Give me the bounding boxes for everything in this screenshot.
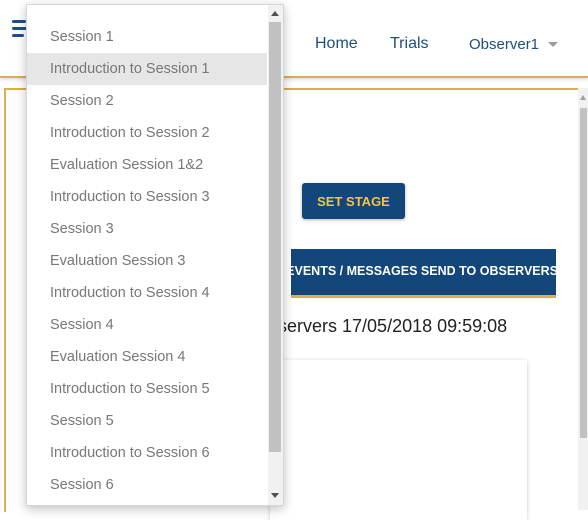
- scroll-down-arrow-icon[interactable]: [271, 493, 279, 498]
- dropdown-option[interactable]: Session 4: [27, 309, 267, 341]
- dropdown-option[interactable]: Session 3: [27, 213, 267, 245]
- dropdown-option[interactable]: Introduction to Session 6: [27, 437, 267, 469]
- dropdown-option[interactable]: Introduction to Session 2: [27, 117, 267, 149]
- dropdown-option[interactable]: Introduction to Session 3: [27, 181, 267, 213]
- events-messages-label: EVENTS / MESSAGES SEND TO OBSERVERS: [291, 264, 556, 278]
- page-scrollbar-thumb[interactable]: [580, 108, 587, 438]
- dropdown-option[interactable]: Introduction to Session 5: [27, 373, 267, 405]
- dropdown-scrollbar-thumb[interactable]: [269, 22, 281, 452]
- dropdown-options: Session 1 Introduction to Session 1 Sessio…: [27, 21, 267, 501]
- events-messages-tab[interactable]: EVENTS / MESSAGES SEND TO OBSERVERS: [291, 249, 556, 298]
- scroll-up-arrow-icon[interactable]: [580, 95, 586, 100]
- dropdown-option[interactable]: Evaluation Session 1&2: [27, 149, 267, 181]
- stage-dropdown-list[interactable]: Session 1 Introduction to Session 1 Sessio…: [26, 4, 284, 506]
- dropdown-option[interactable]: Session 2: [27, 85, 267, 117]
- dropdown-option[interactable]: Session 5: [27, 405, 267, 437]
- dropdown-option[interactable]: Evaluation Session 4: [27, 341, 267, 373]
- observers-timestamp: bservers 17/05/2018 09:59:08: [268, 316, 508, 336]
- dropdown-option[interactable]: Introduction to Session 1: [27, 53, 267, 85]
- dropdown-option[interactable]: Session 1: [27, 21, 267, 53]
- scroll-up-arrow-icon[interactable]: [271, 11, 279, 16]
- dropdown-option[interactable]: Session 6: [27, 469, 267, 501]
- set-stage-button[interactable]: SET STAGE: [302, 183, 405, 219]
- nav-home-link[interactable]: Home: [315, 35, 358, 53]
- nav-trials-link[interactable]: Trials: [390, 35, 429, 53]
- chevron-down-icon[interactable]: [548, 42, 558, 47]
- content-card: [270, 360, 527, 520]
- user-menu[interactable]: Observer1: [469, 36, 539, 53]
- dropdown-option[interactable]: Introduction to Session 4: [27, 277, 267, 309]
- dropdown-option[interactable]: Evaluation Session 3: [27, 245, 267, 277]
